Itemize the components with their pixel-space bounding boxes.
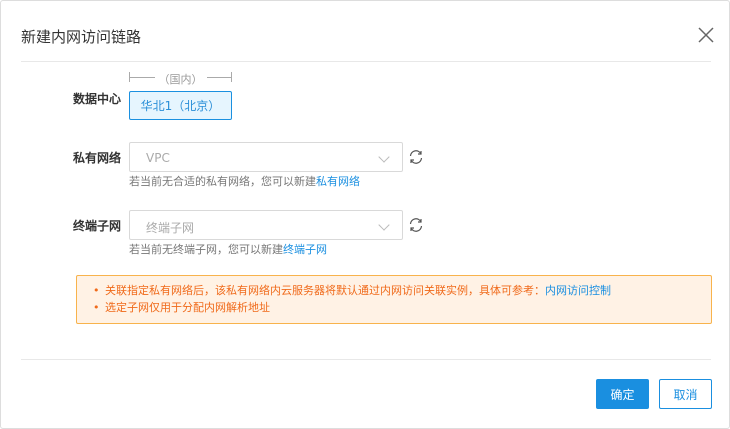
subnet-select[interactable]: 终端子网 (129, 210, 403, 240)
refresh-icon[interactable] (408, 217, 424, 233)
cancel-button[interactable]: 取消 (659, 379, 712, 409)
alert-item: 选定子网仅用于分配内网解析地址 (93, 299, 711, 316)
create-subnet-link[interactable]: 终端子网 (283, 243, 327, 256)
create-intranet-link-dialog: 新建内网访问链路 数据中心 （国内） 华北1（北京） 私有网络 VPC 若当前无… (0, 0, 730, 429)
create-vpc-link[interactable]: 私有网络 (316, 175, 360, 188)
confirm-button[interactable]: 确定 (596, 379, 649, 409)
vpc-select[interactable]: VPC (129, 142, 403, 172)
chevron-down-icon (378, 151, 390, 163)
dialog-title: 新建内网访问链路 (21, 28, 142, 46)
datacenter-option-beijing[interactable]: 华北1（北京） (129, 91, 232, 120)
chevron-down-icon (378, 219, 390, 231)
subnet-hint: 若当前无终端子网，您可以新建终端子网 (129, 243, 327, 256)
intranet-access-control-link[interactable]: 内网访问控制 (545, 284, 611, 297)
vpc-hint: 若当前无合适的私有网络，您可以新建私有网络 (129, 175, 360, 188)
alert-item: 关联指定私有网络后，该私有网络内云服务器将默认通过内网访问关联实例，具体可参考：… (93, 282, 711, 299)
warning-alert: 关联指定私有网络后，该私有网络内云服务器将默认通过内网访问关联实例，具体可参考：… (76, 275, 712, 324)
divider (21, 359, 711, 360)
region-group-label: （国内） (129, 71, 232, 86)
divider (21, 61, 711, 62)
vpc-label: 私有网络 (72, 151, 121, 165)
close-icon[interactable] (696, 25, 716, 45)
datacenter-label: 数据中心 (72, 92, 121, 106)
subnet-label: 终端子网 (72, 219, 121, 233)
refresh-icon[interactable] (408, 149, 424, 165)
